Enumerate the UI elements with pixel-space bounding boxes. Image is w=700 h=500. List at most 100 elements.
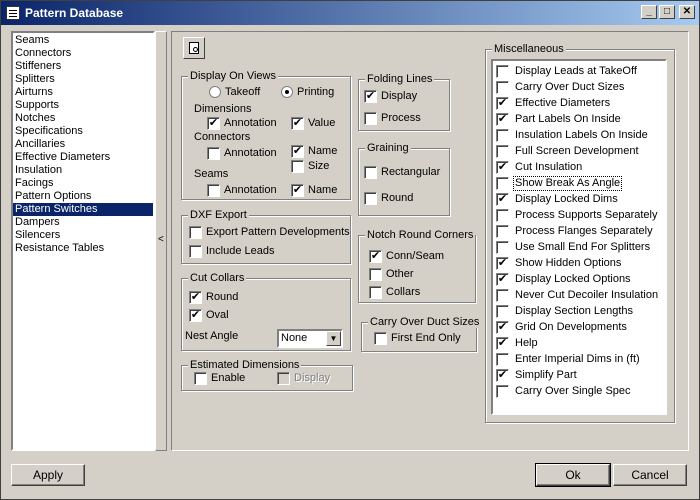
notch-other-checkbox[interactable]: [369, 268, 382, 281]
list-item-splitters[interactable]: Splitters: [13, 73, 153, 86]
misc-checkbox[interactable]: [496, 353, 509, 366]
con-size-checkbox[interactable]: [291, 160, 304, 173]
misc-item[interactable]: Use Small End For Splitters: [495, 240, 665, 254]
cancel-button[interactable]: Cancel: [613, 464, 687, 486]
misc-item[interactable]: Show Break As Angle: [495, 176, 665, 191]
misc-item[interactable]: Never Cut Decoiler Insulation: [495, 288, 665, 302]
misc-item[interactable]: Carry Over Duct Sizes: [495, 80, 665, 94]
misc-checkbox[interactable]: [496, 305, 509, 318]
list-item-notches[interactable]: Notches: [13, 112, 153, 125]
misc-item[interactable]: ✔ Effective Diameters: [495, 96, 665, 110]
first-end-only-checkbox[interactable]: [374, 332, 387, 345]
apply-button[interactable]: Apply: [11, 464, 85, 486]
cut-collars-round-checkbox[interactable]: ✔: [189, 291, 202, 304]
graining-rectangular-checkbox[interactable]: [364, 166, 377, 179]
cut-collars-oval-checkbox[interactable]: ✔: [189, 309, 202, 322]
misc-checkbox[interactable]: ✔: [496, 337, 509, 350]
misc-checkbox[interactable]: [496, 385, 509, 398]
graining-round-checkbox[interactable]: [364, 192, 377, 205]
misc-label: Show Hidden Options: [515, 257, 622, 269]
include-leads-checkbox[interactable]: [189, 245, 202, 258]
misc-checkbox[interactable]: [496, 289, 509, 302]
misc-item[interactable]: ✔ Part Labels On Inside: [495, 112, 665, 126]
misc-checkbox[interactable]: [496, 65, 509, 78]
seam-annotation-checkbox[interactable]: [207, 184, 220, 197]
list-item-facings[interactable]: Facings: [13, 177, 153, 190]
misc-item[interactable]: Display Section Lengths: [495, 304, 665, 318]
list-item-silencers[interactable]: Silencers: [13, 229, 153, 242]
misc-checkbox[interactable]: [496, 81, 509, 94]
notch-collars-checkbox[interactable]: [369, 286, 382, 299]
misc-item[interactable]: ✔ Help: [495, 336, 665, 350]
list-item-connectors[interactable]: Connectors: [13, 47, 153, 60]
misc-checkbox[interactable]: ✔: [496, 113, 509, 126]
printing-radio[interactable]: [281, 86, 293, 98]
list-item-dampers[interactable]: Dampers: [13, 216, 153, 229]
estimated-display-label: Display: [294, 372, 331, 384]
misc-checkbox[interactable]: ✔: [496, 321, 509, 334]
chevron-down-icon[interactable]: ▼: [326, 331, 341, 346]
misc-item[interactable]: ✔ Display Locked Options: [495, 272, 665, 286]
estimated-display-checkbox[interactable]: [277, 372, 290, 385]
list-item-insulation[interactable]: Insulation: [13, 164, 153, 177]
minimize-button[interactable]: _: [641, 5, 657, 19]
takeoff-radio[interactable]: [209, 86, 221, 98]
estimated-enable-checkbox[interactable]: [194, 372, 207, 385]
list-item-seams[interactable]: Seams: [13, 34, 153, 47]
misc-item[interactable]: Insulation Labels On Inside: [495, 128, 665, 142]
include-leads-label: Include Leads: [206, 245, 275, 257]
chevron-left-icon: <: [158, 234, 164, 245]
dim-value-checkbox[interactable]: ✔: [291, 117, 304, 130]
notch-conn-seam-checkbox[interactable]: ✔: [369, 250, 382, 263]
misc-checkbox[interactable]: [496, 241, 509, 254]
nest-angle-select[interactable]: None ▼: [277, 329, 343, 348]
misc-checkbox[interactable]: [496, 129, 509, 142]
notch-conn-seam-label: Conn/Seam: [386, 250, 445, 262]
misc-checkbox[interactable]: ✔: [496, 273, 509, 286]
con-name-checkbox[interactable]: ✔: [291, 145, 304, 158]
misc-checkbox[interactable]: [496, 225, 509, 238]
list-item-supports[interactable]: Supports: [13, 99, 153, 112]
con-annotation-checkbox[interactable]: [207, 147, 220, 160]
list-item-pattern-switches[interactable]: Pattern Switches: [13, 203, 153, 216]
close-button[interactable]: ✕: [679, 5, 695, 19]
misc-item[interactable]: Process Supports Separately: [495, 208, 665, 222]
misc-checkbox[interactable]: [496, 209, 509, 222]
list-item-stiffeners[interactable]: Stiffeners: [13, 60, 153, 73]
misc-checkbox[interactable]: ✔: [496, 161, 509, 174]
list-item-pattern-options[interactable]: Pattern Options: [13, 190, 153, 203]
misc-checkbox[interactable]: ✔: [496, 97, 509, 110]
misc-item[interactable]: ✔ Display Locked Dims: [495, 192, 665, 206]
misc-item[interactable]: ✔ Show Hidden Options: [495, 256, 665, 270]
list-item-effective-diameters[interactable]: Effective Diameters: [13, 151, 153, 164]
misc-item[interactable]: ✔ Grid On Developments: [495, 320, 665, 334]
folding-process-checkbox[interactable]: [364, 112, 377, 125]
misc-item[interactable]: Carry Over Single Spec: [495, 384, 665, 398]
category-list[interactable]: Seams Connectors Stiffeners Splitters Ai…: [11, 31, 155, 451]
list-item-ancillaries[interactable]: Ancillaries: [13, 138, 153, 151]
export-pattern-developments-checkbox[interactable]: [189, 226, 202, 239]
preview-button[interactable]: [183, 37, 205, 59]
misc-item[interactable]: ✔ Cut Insulation: [495, 160, 665, 174]
misc-checkbox[interactable]: [496, 145, 509, 158]
misc-item[interactable]: ✔ Simplify Part: [495, 368, 665, 382]
list-item-airturns[interactable]: Airturns: [13, 86, 153, 99]
misc-checkbox[interactable]: [496, 177, 509, 190]
misc-item[interactable]: Process Flanges Separately: [495, 224, 665, 238]
dim-annotation-checkbox[interactable]: ✔: [207, 117, 220, 130]
folding-display-label: Display: [381, 90, 418, 102]
misc-item[interactable]: Enter Imperial Dims in (ft): [495, 352, 665, 366]
list-item-specifications[interactable]: Specifications: [13, 125, 153, 138]
ok-button[interactable]: Ok: [535, 463, 611, 487]
list-item-resistance-tables[interactable]: Resistance Tables: [13, 242, 153, 255]
misc-item[interactable]: Full Screen Development: [495, 144, 665, 158]
collapse-splitter[interactable]: <: [155, 31, 167, 451]
miscellaneous-checklist: Display Leads at TakeOff Carry Over Duct…: [491, 59, 667, 415]
maximize-button[interactable]: □: [659, 5, 675, 19]
misc-checkbox[interactable]: ✔: [496, 369, 509, 382]
misc-checkbox[interactable]: ✔: [496, 257, 509, 270]
seam-name-checkbox[interactable]: ✔: [291, 184, 304, 197]
misc-checkbox[interactable]: ✔: [496, 193, 509, 206]
folding-display-checkbox[interactable]: ✔: [364, 90, 377, 103]
misc-item[interactable]: Display Leads at TakeOff: [495, 64, 665, 78]
